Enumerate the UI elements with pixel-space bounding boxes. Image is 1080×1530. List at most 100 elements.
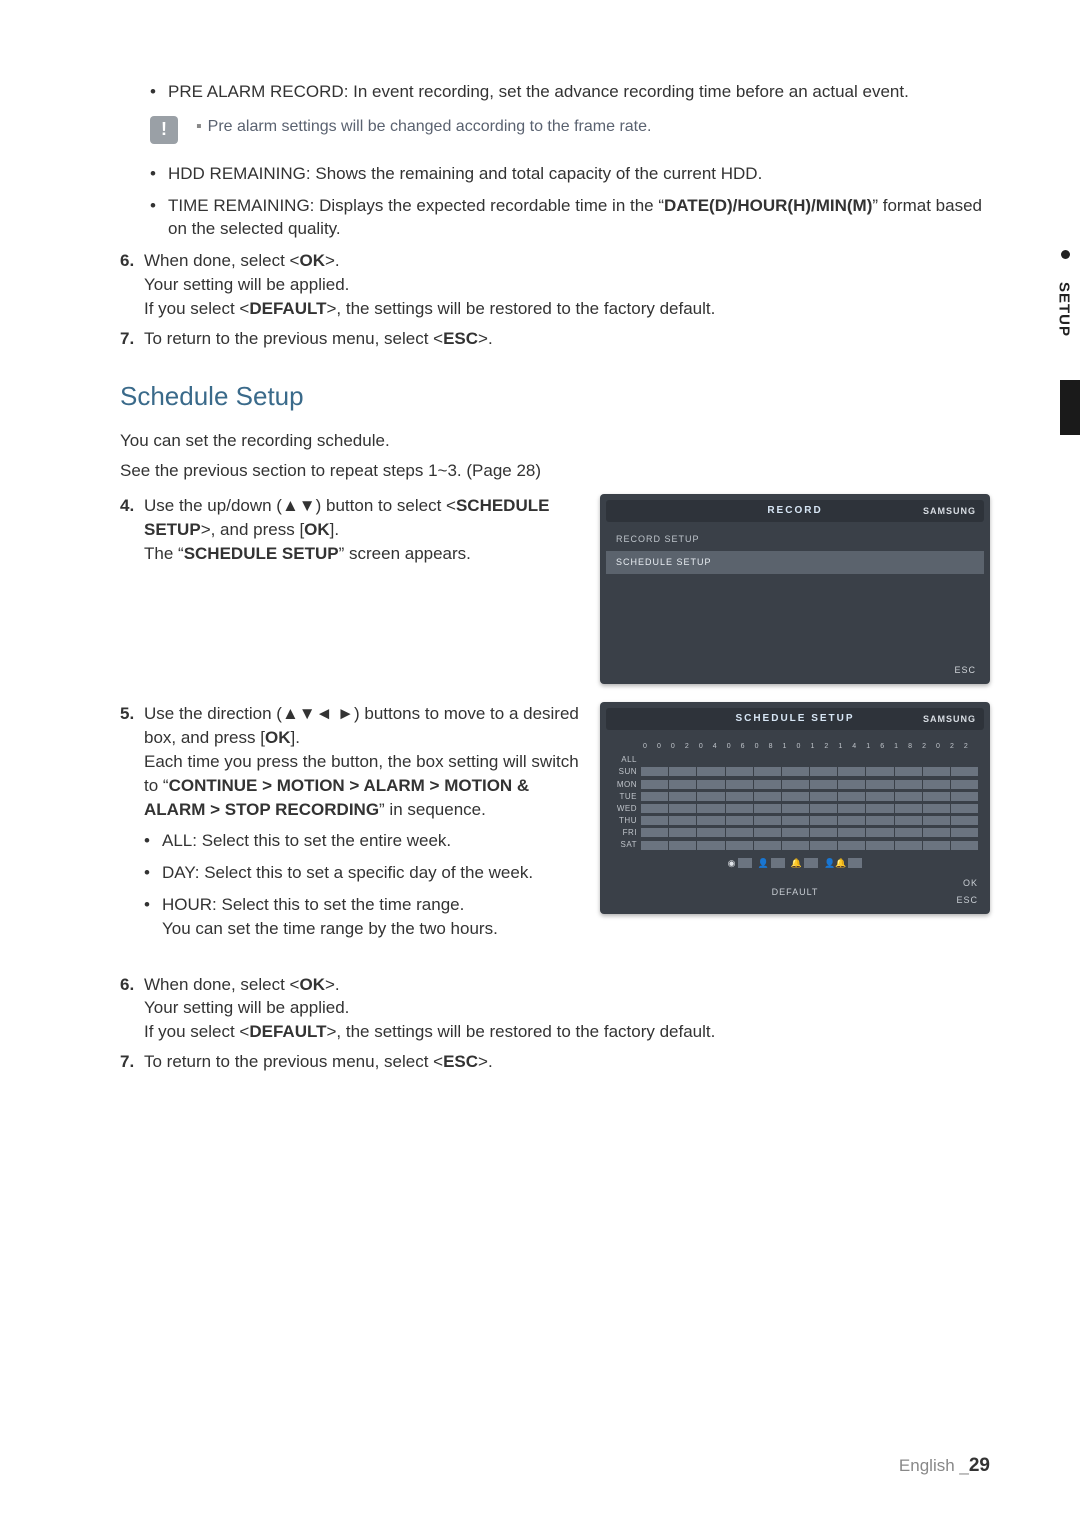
page-content: PRE ALARM RECORD: In event recording, se…	[0, 0, 1080, 1120]
note-callout: ! ▪Pre alarm settings will be changed ac…	[150, 116, 990, 144]
schedule-cell[interactable]	[923, 841, 950, 850]
schedule-ok-button[interactable]: OK	[938, 877, 978, 890]
schedule-cell[interactable]	[726, 828, 753, 837]
schedule-cell[interactable]	[895, 804, 922, 813]
schedule-cell[interactable]	[641, 816, 668, 825]
schedule-cell[interactable]	[641, 792, 668, 801]
schedule-cell[interactable]	[669, 816, 696, 825]
schedule-cell[interactable]	[697, 816, 724, 825]
schedule-cell[interactable]	[754, 792, 781, 801]
schedule-cell[interactable]	[923, 816, 950, 825]
schedule-cell[interactable]	[866, 841, 893, 850]
schedule-cell[interactable]	[697, 804, 724, 813]
schedule-cell[interactable]	[951, 792, 978, 801]
schedule-cell[interactable]	[697, 780, 724, 789]
schedule-cell[interactable]	[697, 841, 724, 850]
schedule-cell[interactable]	[866, 792, 893, 801]
schedule-cell[interactable]	[838, 780, 865, 789]
schedule-cell[interactable]	[895, 828, 922, 837]
schedule-cell[interactable]	[669, 804, 696, 813]
sub-day: DAY: Select this to set a specific day o…	[144, 861, 580, 885]
schedule-cell[interactable]	[754, 804, 781, 813]
schedule-cell[interactable]	[669, 792, 696, 801]
schedule-cell[interactable]	[726, 792, 753, 801]
schedule-cell[interactable]	[895, 816, 922, 825]
schedule-cell[interactable]	[866, 780, 893, 789]
record-esc-button[interactable]: ESC	[954, 664, 976, 677]
schedule-cell[interactable]	[726, 767, 753, 776]
schedule-cell[interactable]	[726, 816, 753, 825]
schedule-default-button[interactable]: DEFAULT	[652, 886, 938, 899]
schedule-cell[interactable]	[754, 816, 781, 825]
schedule-cell[interactable]	[951, 828, 978, 837]
schedule-cell[interactable]	[641, 804, 668, 813]
schedule-cell[interactable]	[866, 804, 893, 813]
schedule-cell[interactable]	[810, 792, 837, 801]
schedule-cell[interactable]	[669, 841, 696, 850]
record-screen-title: RECORD	[767, 504, 822, 518]
schedule-cell[interactable]	[726, 780, 753, 789]
schedule-cell[interactable]	[951, 780, 978, 789]
schedule-cell[interactable]	[838, 841, 865, 850]
schedule-cell[interactable]	[895, 780, 922, 789]
schedule-cell[interactable]	[669, 828, 696, 837]
schedule-cell[interactable]	[951, 804, 978, 813]
schedule-cell[interactable]	[697, 767, 724, 776]
schedule-esc-button[interactable]: ESC	[938, 894, 978, 907]
side-tab-marker	[1060, 380, 1080, 435]
schedule-cell[interactable]	[669, 780, 696, 789]
schedule-cell[interactable]	[754, 841, 781, 850]
schedule-cell[interactable]	[782, 780, 809, 789]
schedule-cell[interactable]	[838, 792, 865, 801]
schedule-cell[interactable]	[838, 828, 865, 837]
section-title: Schedule Setup	[120, 378, 990, 414]
schedule-cell[interactable]	[951, 841, 978, 850]
schedule-cell[interactable]	[754, 767, 781, 776]
schedule-cell[interactable]	[810, 780, 837, 789]
schedule-cell[interactable]	[782, 792, 809, 801]
schedule-cell[interactable]	[923, 804, 950, 813]
schedule-cell[interactable]	[923, 780, 950, 789]
schedule-cell[interactable]	[866, 828, 893, 837]
schedule-grid[interactable]: ALLSUNMONTUEWEDTHUFRISAT	[612, 754, 978, 851]
schedule-cell[interactable]	[895, 767, 922, 776]
schedule-cell[interactable]	[782, 816, 809, 825]
schedule-cell[interactable]	[923, 767, 950, 776]
schedule-cell[interactable]	[641, 780, 668, 789]
schedule-cell[interactable]	[951, 816, 978, 825]
schedule-cell[interactable]	[726, 841, 753, 850]
schedule-cell[interactable]	[669, 767, 696, 776]
schedule-cell[interactable]	[782, 841, 809, 850]
schedule-cell[interactable]	[866, 767, 893, 776]
schedule-cell[interactable]	[838, 767, 865, 776]
schedule-cell[interactable]	[641, 841, 668, 850]
schedule-cell[interactable]	[782, 767, 809, 776]
schedule-cell[interactable]	[951, 767, 978, 776]
schedule-cell[interactable]	[810, 828, 837, 837]
schedule-cell[interactable]	[697, 792, 724, 801]
schedule-legend: ◉ 👤 🔔 👤🔔	[612, 857, 978, 870]
schedule-cell[interactable]	[641, 828, 668, 837]
schedule-cell[interactable]	[895, 792, 922, 801]
schedule-cell[interactable]	[754, 780, 781, 789]
menu-schedule-setup[interactable]: SCHEDULE SETUP	[606, 551, 984, 574]
schedule-cell[interactable]	[895, 841, 922, 850]
menu-record-setup[interactable]: RECORD SETUP	[606, 528, 984, 551]
schedule-cell[interactable]	[810, 841, 837, 850]
schedule-cell[interactable]	[810, 816, 837, 825]
schedule-row: WED	[612, 803, 978, 814]
schedule-cell[interactable]	[810, 767, 837, 776]
schedule-cell[interactable]	[866, 816, 893, 825]
schedule-cell[interactable]	[754, 828, 781, 837]
schedule-cell[interactable]	[923, 792, 950, 801]
schedule-cell[interactable]	[726, 804, 753, 813]
schedule-cell[interactable]	[697, 828, 724, 837]
schedule-cell[interactable]	[782, 804, 809, 813]
schedule-cell[interactable]	[923, 828, 950, 837]
schedule-cell[interactable]	[838, 816, 865, 825]
schedule-cell[interactable]	[782, 828, 809, 837]
schedule-cell[interactable]	[810, 804, 837, 813]
schedule-cell[interactable]	[641, 767, 668, 776]
schedule-cell[interactable]	[838, 804, 865, 813]
schedule-row: MON	[612, 779, 978, 790]
